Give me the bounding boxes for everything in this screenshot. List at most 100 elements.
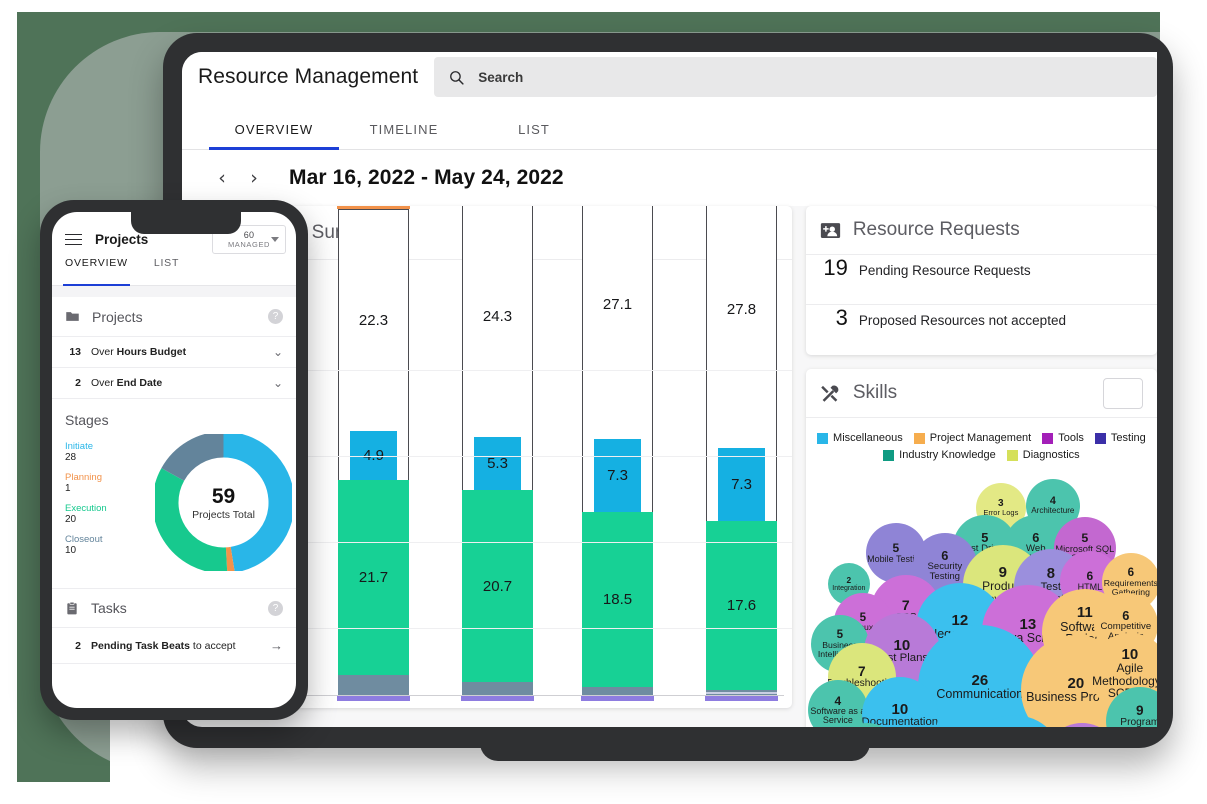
dashboard-body: Allocation Summary 22.3 4.9 21.7 24.3 5.3 20.… <box>182 206 1157 727</box>
phone-tabs: OVERVIEW LIST <box>52 257 296 286</box>
stage-legend-label: Planning <box>65 472 102 483</box>
tools-icon <box>821 385 839 402</box>
skill-bubble-count: 6 <box>1086 569 1094 584</box>
phone-tab-overview[interactable]: OVERVIEW <box>63 257 130 286</box>
chevron-down-icon <box>271 237 279 242</box>
resource-requests-title: Resource Requests <box>852 219 1020 240</box>
skills-filter-input[interactable] <box>1103 377 1143 409</box>
legend-label: Project Management <box>929 432 1032 444</box>
skills-legend-item[interactable]: Miscellaneous <box>817 432 903 444</box>
skill-bubble-label: Software as a Service <box>810 705 866 726</box>
chevron-left-icon[interactable]: ‹ <box>209 165 235 191</box>
phone-projects-section-header: Projects ? <box>52 297 296 337</box>
legend-label: Diagnostics <box>1022 449 1080 461</box>
skill-bubble-count: 7 <box>858 663 866 679</box>
skills-card: Skills Miscellaneous Project Management To… <box>805 369 1157 727</box>
pending-task-beats-count: 2 <box>75 639 81 652</box>
help-icon[interactable]: ? <box>268 309 283 324</box>
help-icon[interactable]: ? <box>268 600 283 616</box>
search-icon <box>450 70 464 85</box>
legend-swatch <box>913 432 925 444</box>
proposed-not-accepted-count: 3 <box>835 305 848 330</box>
over-hours-budget-label: Over Hours Budget <box>91 346 187 358</box>
search-placeholder-text: Search <box>478 69 524 85</box>
stat-row-proposed-not-accepted[interactable]: 3 Proposed Resources not accepted <box>806 305 1157 355</box>
chevron-right-icon[interactable]: › <box>241 165 267 191</box>
people-add-icon <box>820 222 840 238</box>
skills-legend-item[interactable]: Testing <box>1094 432 1146 444</box>
tab-overview[interactable]: OVERVIEW <box>209 122 339 150</box>
pending-task-beats-label: Pending Task Beats to accept <box>91 639 236 652</box>
hamburger-menu-icon[interactable] <box>65 233 82 246</box>
pending-requests-count: 19 <box>823 255 848 280</box>
skill-bubble-count: 9 <box>998 564 1007 582</box>
arrow-right-icon[interactable]: → <box>270 638 283 653</box>
phone-row-over-hours-budget[interactable]: 13 Over Hours Budget ⌄ <box>52 337 296 368</box>
right-column: Resource Requests 19 Pending Resource Re… <box>805 206 1157 727</box>
bar-segment-allocated: 17.6 <box>706 520 777 691</box>
resource-requests-card: Resource Requests 19 Pending Resource Re… <box>805 206 1157 355</box>
bar-segment-other <box>462 682 533 696</box>
tablet-screen: Resource Management Search OVERVIEW TIME… <box>182 52 1157 727</box>
phone-row-over-end-date[interactable]: 2 Over End Date ⌄ <box>52 368 296 399</box>
legend-swatch <box>883 449 895 461</box>
skills-legend-item[interactable]: Tools <box>1042 432 1084 444</box>
legend-swatch <box>1006 449 1018 461</box>
bar-base-purple <box>705 696 778 701</box>
stage-legend-label: Closeout <box>65 534 103 545</box>
phone-row-pending-task-beats[interactable]: 2 Pending Task Beats to accept → <box>52 628 296 664</box>
bar-segment-allocated: 21.7 <box>338 480 409 676</box>
legend-label: Tools <box>1058 432 1084 444</box>
folder-icon <box>66 312 79 321</box>
skill-bubble-label: Program Management <box>1120 716 1157 727</box>
skill-bubble-count: 8 <box>1046 566 1055 583</box>
skill-bubble-count: 6 <box>1122 607 1130 623</box>
search-input[interactable]: Search <box>434 57 1157 97</box>
proposed-not-accepted-label: Proposed Resources not accepted <box>858 313 1066 328</box>
skills-legend-item[interactable]: Industry Knowledge <box>883 449 996 461</box>
bar-segment-remaining: 27.1 <box>602 295 633 313</box>
phone-tab-list[interactable]: LIST <box>154 257 179 285</box>
phone-tasks-title: Tasks <box>91 600 127 616</box>
stage-legend-value: 1 <box>65 483 71 494</box>
date-range-bar: ‹ › Mar 16, 2022 - May 24, 2022 <box>182 150 1157 206</box>
skills-bubble-chart: 3Error Logs4Architecture5Test Driven Dev… <box>806 465 1157 727</box>
bar-segment-allocated: 18.5 <box>582 511 653 688</box>
skill-bubble-count: 9 <box>1136 702 1144 718</box>
page-title: Resource Management <box>198 65 419 88</box>
projects-total-count: 59 <box>211 484 236 508</box>
pending-requests-label: Pending Resource Requests <box>858 263 1031 278</box>
app-header: Resource Management Search <box>182 52 1157 102</box>
bar-base-purple <box>461 696 534 701</box>
clipboard-icon <box>67 601 77 614</box>
date-range-label: Mar 16, 2022 - May 24, 2022 <box>289 166 564 189</box>
phone-screen: Projects 60 MANAGED OVERVIEW LIST Projec… <box>52 212 296 708</box>
bar-segment-allocated: 20.7 <box>462 490 533 683</box>
tab-timeline[interactable]: TIMELINE <box>339 122 469 149</box>
skill-bubble-count: 5 <box>892 541 900 556</box>
skill-bubble-count: 6 <box>1032 529 1040 545</box>
over-end-date-label: Over End Date <box>91 377 163 389</box>
skills-legend-item[interactable]: Diagnostics <box>1006 449 1080 461</box>
skills-legend-item[interactable]: Project Management <box>913 432 1032 444</box>
phone-projects-title: Projects <box>92 308 143 325</box>
phone-tasks-section-header: Tasks ? <box>52 588 296 628</box>
legend-label: Testing <box>1110 432 1146 444</box>
bar-segment-softbooked: 5.3 <box>474 437 521 491</box>
phone-section-divider <box>52 286 296 297</box>
bar-thin-divider <box>706 692 777 694</box>
skill-bubble-count: 7 <box>901 596 910 613</box>
stages-donut-chart: 59 Projects Total <box>152 431 295 574</box>
skill-bubble-count: 11 <box>1076 604 1093 622</box>
stat-row-pending-requests[interactable]: 19 Pending Resource Requests <box>805 255 1157 305</box>
chevron-down-icon[interactable]: ⌄ <box>273 345 283 359</box>
main-tabs: OVERVIEW TIMELINE LIST <box>182 102 1157 150</box>
phone-notch <box>131 212 241 234</box>
stage-legend-label: Execution <box>65 503 107 514</box>
stage-legend-value: 10 <box>65 545 77 556</box>
chevron-down-icon[interactable]: ⌄ <box>273 376 283 390</box>
over-hours-budget-count: 13 <box>69 346 81 358</box>
skill-bubble-count: 5 <box>1081 531 1089 546</box>
skill-bubble-count: 5 <box>981 529 989 545</box>
tab-list[interactable]: LIST <box>469 122 599 149</box>
